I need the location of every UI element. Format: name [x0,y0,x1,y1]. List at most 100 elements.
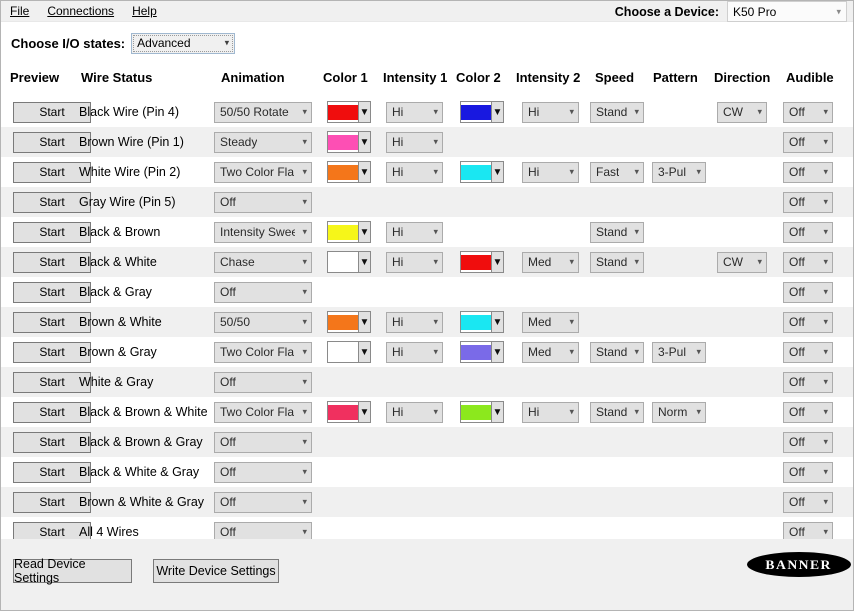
audible-select-row-1[interactable]: Off▾ [783,132,833,153]
color-1-picker-row-5-dropdown-icon[interactable]: ▼ [358,252,370,272]
intensity-2-select-row-10[interactable]: Hi▾ [522,402,579,423]
color-1-picker-row-8-dropdown-icon[interactable]: ▼ [358,342,370,362]
color-1-picker-row-8[interactable]: ▼ [327,341,371,363]
direction-select-row-5[interactable]: CW▾ [717,252,767,273]
color-2-picker-row-5[interactable]: ▼ [460,251,504,273]
intensity-1-select-row-0-value: Hi [392,105,403,119]
color-1-picker-row-4[interactable]: ▼ [327,221,371,243]
speed-select-row-4[interactable]: Stand▾ [590,222,644,243]
color-1-picker-row-10-dropdown-icon[interactable]: ▼ [358,402,370,422]
animation-select-row-5[interactable]: Chase▾ [214,252,312,273]
audible-select-row-5[interactable]: Off▾ [783,252,833,273]
intensity-2-select-row-0[interactable]: Hi▾ [522,102,579,123]
color-2-picker-row-8-dropdown-icon[interactable]: ▼ [491,342,503,362]
color-2-picker-row-5-dropdown-icon[interactable]: ▼ [491,252,503,272]
animation-select-row-7[interactable]: 50/50▾ [214,312,312,333]
pattern-select-row-2[interactable]: 3-Pul▾ [652,162,706,183]
color-1-picker-row-4-dropdown-icon[interactable]: ▼ [358,222,370,242]
start-button-label: Start [39,405,64,419]
audible-select-row-8[interactable]: Off▾ [783,342,833,363]
animation-select-row-2[interactable]: Two Color Fla▾ [214,162,312,183]
animation-select-row-8[interactable]: Two Color Fla▾ [214,342,312,363]
color-1-picker-row-1-dropdown-icon[interactable]: ▼ [358,132,370,152]
speed-select-row-8[interactable]: Stand▾ [590,342,644,363]
audible-select-row-0[interactable]: Off▾ [783,102,833,123]
animation-select-row-1[interactable]: Steady▾ [214,132,312,153]
audible-select-row-13[interactable]: Off▾ [783,492,833,513]
animation-select-row-12[interactable]: Off▾ [214,462,312,483]
audible-select-row-11[interactable]: Off▾ [783,432,833,453]
animation-select-row-5-value: Chase [220,255,255,269]
menu-item-file[interactable]: File [1,2,38,21]
pattern-select-row-8[interactable]: 3-Pul▾ [652,342,706,363]
color-1-picker-row-7[interactable]: ▼ [327,311,371,333]
color-1-picker-row-0[interactable]: ▼ [327,101,371,123]
audible-select-row-3[interactable]: Off▾ [783,192,833,213]
io-states-select[interactable]: Advanced ▾ [131,33,235,54]
speed-select-row-5[interactable]: Stand▾ [590,252,644,273]
animation-select-row-10[interactable]: Two Color Fla▾ [214,402,312,423]
color-1-picker-row-5[interactable]: ▼ [327,251,371,273]
intensity-2-select-row-7[interactable]: Med▾ [522,312,579,333]
start-button-label: Start [39,105,64,119]
color-2-picker-row-8[interactable]: ▼ [460,341,504,363]
color-2-picker-row-0-dropdown-icon[interactable]: ▼ [491,102,503,122]
color-1-picker-row-1[interactable]: ▼ [327,131,371,153]
audible-select-row-6[interactable]: Off▾ [783,282,833,303]
color-1-picker-row-7-swatch-wrap [328,312,358,332]
read-device-settings-button[interactable]: Read Device Settings [13,559,132,583]
intensity-1-select-row-0[interactable]: Hi▾ [386,102,443,123]
color-1-picker-row-10[interactable]: ▼ [327,401,371,423]
speed-select-row-10[interactable]: Stand▾ [590,402,644,423]
intensity-1-select-row-2[interactable]: Hi▾ [386,162,443,183]
color-2-picker-row-7[interactable]: ▼ [460,311,504,333]
audible-select-row-12[interactable]: Off▾ [783,462,833,483]
color-2-picker-row-2-dropdown-icon[interactable]: ▼ [491,162,503,182]
color-2-picker-row-10-dropdown-icon[interactable]: ▼ [491,402,503,422]
animation-select-row-9[interactable]: Off▾ [214,372,312,393]
intensity-1-select-row-8[interactable]: Hi▾ [386,342,443,363]
pattern-select-row-10[interactable]: Norm▾ [652,402,706,423]
audible-select-row-9[interactable]: Off▾ [783,372,833,393]
table-row: StartBlack & Brown & GrayOff▾Off▾ [1,427,854,457]
menu-item-connections[interactable]: Connections [38,2,123,21]
color-2-picker-row-2[interactable]: ▼ [460,161,504,183]
color-1-picker-row-7-dropdown-icon[interactable]: ▼ [358,312,370,332]
color-1-picker-row-7-swatch [328,315,358,330]
intensity-1-select-row-10[interactable]: Hi▾ [386,402,443,423]
logo-ellipse-icon: BANNER [747,552,851,577]
start-button-label: Start [39,465,64,479]
intensity-1-select-row-1[interactable]: Hi▾ [386,132,443,153]
intensity-2-select-row-8[interactable]: Med▾ [522,342,579,363]
write-device-settings-button[interactable]: Write Device Settings [153,559,279,583]
device-select[interactable]: K50 Pro ▾ [727,1,847,22]
audible-select-row-4[interactable]: Off▾ [783,222,833,243]
intensity-1-select-row-5[interactable]: Hi▾ [386,252,443,273]
direction-select-row-0[interactable]: CW▾ [717,102,767,123]
speed-select-row-0[interactable]: Stand▾ [590,102,644,123]
color-2-picker-row-7-dropdown-icon[interactable]: ▼ [491,312,503,332]
menu-item-help[interactable]: Help [123,2,166,21]
table-row: StartWhite & GrayOff▾Off▾ [1,367,854,397]
audible-select-row-2[interactable]: Off▾ [783,162,833,183]
intensity-2-select-row-2[interactable]: Hi▾ [522,162,579,183]
animation-select-row-6[interactable]: Off▾ [214,282,312,303]
color-2-picker-row-0[interactable]: ▼ [460,101,504,123]
chevron-down-icon: ▾ [569,408,574,417]
animation-select-row-13[interactable]: Off▾ [214,492,312,513]
animation-select-row-3[interactable]: Off▾ [214,192,312,213]
audible-select-row-7[interactable]: Off▾ [783,312,833,333]
color-1-picker-row-2[interactable]: ▼ [327,161,371,183]
color-1-picker-row-2-dropdown-icon[interactable]: ▼ [358,162,370,182]
color-1-picker-row-0-dropdown-icon[interactable]: ▼ [358,102,370,122]
audible-select-row-10[interactable]: Off▾ [783,402,833,423]
animation-select-row-4[interactable]: Intensity Swee▾ [214,222,312,243]
animation-select-row-0[interactable]: 50/50 Rotate▾ [214,102,312,123]
intensity-2-select-row-5[interactable]: Med▾ [522,252,579,273]
intensity-1-select-row-4[interactable]: Hi▾ [386,222,443,243]
animation-select-row-11[interactable]: Off▾ [214,432,312,453]
intensity-1-select-row-7[interactable]: Hi▾ [386,312,443,333]
color-1-picker-row-4-swatch-wrap [328,222,358,242]
color-2-picker-row-10[interactable]: ▼ [460,401,504,423]
speed-select-row-2[interactable]: Fast▾ [590,162,644,183]
